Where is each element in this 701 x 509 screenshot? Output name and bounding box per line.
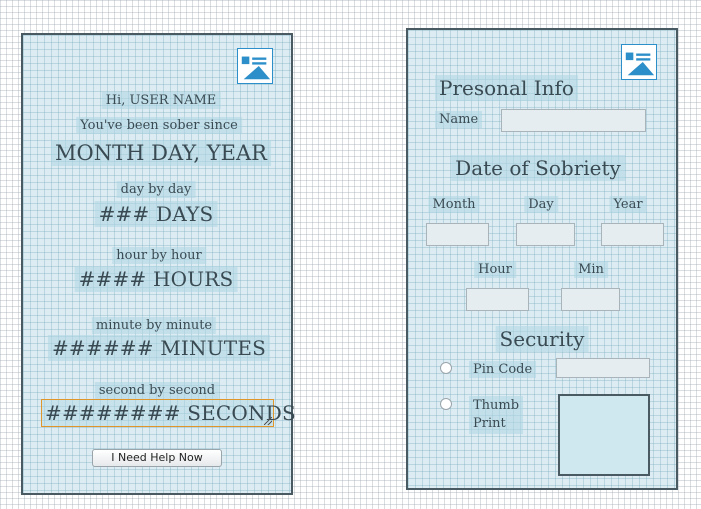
days-value: ### DAYS: [94, 201, 218, 227]
resize-handle-icon[interactable]: [264, 417, 272, 425]
month-label: Month: [428, 196, 480, 213]
image-placeholder-icon: [237, 48, 273, 84]
thumb-print-label-line1: Thumb: [473, 398, 520, 413]
hour-label: Hour: [474, 261, 516, 278]
seconds-value-selection[interactable]: ######## SECONDS: [41, 399, 296, 427]
thumb-print-radio[interactable]: [440, 398, 452, 410]
date-of-sobriety-heading: Date of Sobriety: [451, 155, 625, 181]
seconds-value: ######## SECONDS: [45, 401, 296, 425]
month-field[interactable]: [426, 223, 489, 246]
year-label: Year: [609, 196, 647, 213]
sobriety-counter-screen: Hi, USER NAME You've been sober since MO…: [21, 33, 296, 495]
pin-code-radio[interactable]: [440, 362, 452, 374]
image-placeholder-icon: [621, 44, 657, 80]
minutes-value: ###### MINUTES: [47, 335, 271, 361]
hour-field[interactable]: [466, 288, 529, 311]
pin-code-label: Pin Code: [469, 361, 537, 378]
security-heading: Security: [495, 326, 589, 352]
pin-code-field[interactable]: [556, 358, 650, 378]
name-label: Name: [435, 111, 483, 128]
days-label: day by day: [116, 181, 196, 198]
name-field[interactable]: [501, 109, 646, 132]
sobriety-date: MONTH DAY, YEAR: [51, 140, 271, 166]
hours-value: #### HOURS: [74, 266, 238, 292]
day-label: Day: [524, 196, 558, 213]
seconds-label: second by second: [94, 382, 220, 399]
thumb-print-label: Thumb Print: [469, 396, 524, 434]
min-field[interactable]: [561, 288, 620, 311]
min-label: Min: [574, 261, 608, 278]
year-field[interactable]: [601, 223, 664, 246]
minutes-label: minute by minute: [91, 317, 217, 334]
settings-screen: Presonal Info Name Date of Sobriety Mont…: [406, 28, 678, 490]
hours-label: hour by hour: [112, 247, 206, 264]
help-button[interactable]: I Need Help Now: [92, 449, 222, 467]
thumb-print-scanner[interactable]: [558, 394, 650, 476]
personal-info-heading: Presonal Info: [435, 75, 578, 101]
day-field[interactable]: [516, 223, 575, 246]
greeting-text: Hi, USER NAME: [101, 92, 221, 109]
thumb-print-label-line2: Print: [473, 416, 506, 431]
sober-since-label: You've been sober since: [76, 117, 242, 134]
